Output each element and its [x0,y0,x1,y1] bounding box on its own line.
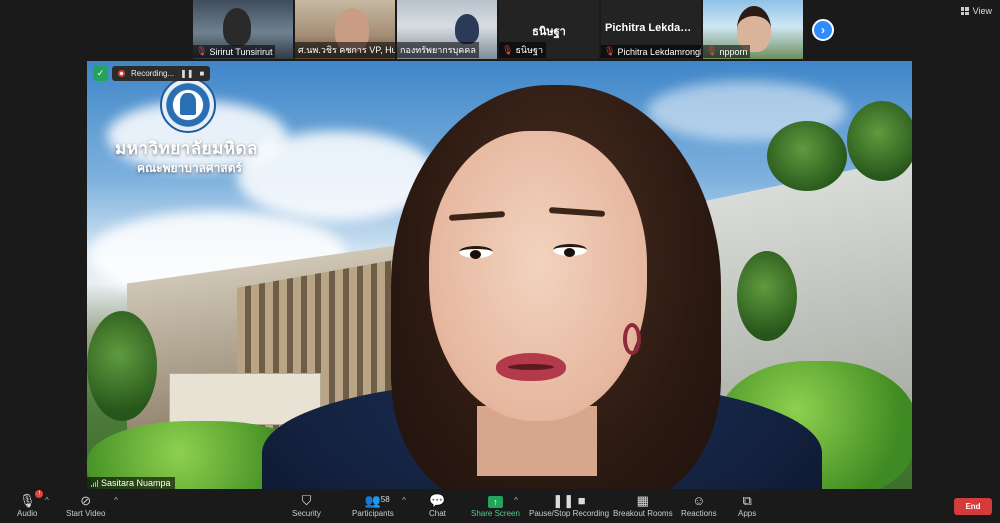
view-button[interactable]: View [960,6,992,16]
recording-indicator: ✓ Recording... ❚❚ ■ [93,66,211,81]
recording-label: Recording... [131,69,175,78]
speaker-lips [496,353,566,381]
apps-icon: ⧉ [742,493,752,508]
recording-dot-icon [118,70,125,77]
participant-tile[interactable]: 🎙 Sirirut Tunsirirut [193,0,293,59]
mic-muted-icon: 🎙 [604,46,616,56]
participants-options-caret[interactable]: ^ [402,496,406,505]
zoom-meeting-window: 🎙 Sirirut Tunsirirut ศ.นพ.วชิร คชการ VP, … [0,0,1000,523]
breakout-rooms-button[interactable]: ▦ Breakout Rooms [613,492,673,518]
participant-name: npporn [719,46,748,57]
participant-video [455,14,479,44]
participant-tile[interactable]: Pichitra Lekdam... 🎙Pichitra Lekdamrongk… [601,0,701,59]
participant-name: กองทรัพยากรบุคคล [400,45,476,55]
share-screen-label: Share Screen [471,509,520,518]
mic-muted-icon: 🎙 [706,46,718,56]
end-button[interactable]: End [954,498,992,515]
mic-muted-icon: 🎙 [502,44,514,55]
share-screen-button[interactable]: ↑ Share Screen [471,492,520,518]
participant-tile[interactable]: 🎙 npporn [703,0,803,59]
apps-button[interactable]: ⧉ Apps [738,492,756,518]
participant-tile[interactable]: กองทรัพยากรบุคคล [397,0,497,59]
tree [847,101,912,181]
grid-view-icon [960,7,969,15]
microphone-muted-icon: 🎙! [19,490,44,509]
speaker-eye [459,246,493,259]
participant-name: ธนิษฐา [515,45,544,55]
university-name: มหาวิทยาลัยมหิดล [115,139,258,159]
active-speaker-video: มหาวิทยาลัยมหิดล คณะพยาบาลศาสตร์ ✓ Recor… [87,61,912,489]
reactions-button[interactable]: ☺ Reactions [681,492,717,518]
apps-label: Apps [738,509,757,518]
participant-display-name: Pichitra Lekdam... [605,22,700,34]
participants-label: Participants [352,509,394,518]
recording-pill: Recording... ❚❚ ■ [112,66,211,81]
share-screen-icon: ↑ [487,496,503,508]
reactions-label: Reactions [681,509,717,518]
recording-control-label: Pause/Stop Recording [529,509,610,518]
share-icon-wrap: ↑ [487,492,503,509]
logo-emblem [180,93,196,115]
participant-gallery-strip: 🎙 Sirirut Tunsirirut ศ.นพ.วชิร คชการ VP, … [193,0,803,59]
chat-button[interactable]: 💬 Chat [429,492,446,518]
view-label: View [972,6,992,16]
participant-tile[interactable]: ศ.นพ.วชิร คชการ VP, Hum... [295,0,395,59]
participant-video [223,8,251,46]
participants-button[interactable]: 👥 58 Participants [352,492,394,518]
participant-name: Sirirut Tunsirirut [209,46,273,57]
participant-display-name: ธนิษฐา [532,26,566,38]
stop-icon[interactable]: ■ [200,69,205,78]
speaker-earring [623,323,641,355]
start-video-button[interactable]: ⊘ Start Video [66,492,105,518]
mahidol-logo [160,77,216,133]
share-options-caret[interactable]: ^ [514,496,518,505]
encryption-shield-icon[interactable]: ✓ [93,66,108,81]
tree [87,311,157,421]
mic-muted-icon: 🎙 [196,46,208,56]
participant-tile[interactable]: ธนิษฐา 🎙 ธนิษฐา [499,0,599,59]
people-icon: 👥 58 [364,493,390,508]
grid-icon: ▦ [636,493,649,508]
audio-options-caret[interactable]: ^ [45,496,49,505]
participant-name: Pichitra Lekdamrongkul [617,46,701,57]
video-options-caret[interactable]: ^ [114,496,118,505]
audio-button[interactable]: 🎙! Audio [17,490,44,518]
shield-icon: ⛉ [301,493,312,508]
security-button[interactable]: ⛉ Security [292,492,321,518]
audio-label: Audio [17,509,38,518]
pause-stop-icon: ❚❚ ■ [552,493,586,508]
meeting-toolbar: 🎙! Audio ^ ⊘ Start Video ^ ⛉ Security 👥 5… [0,490,1000,523]
warning-badge: ! [35,490,44,498]
tree [737,251,797,341]
tree [767,121,847,191]
chat-label: Chat [429,509,446,518]
pause-icon[interactable]: ❚❚ [180,69,193,78]
breakout-rooms-label: Breakout Rooms [613,509,673,518]
faculty-name: คณะพยาบาลศาสตร์ [137,161,242,175]
video-off-icon: ⊘ [80,493,92,508]
smiley-plus-icon: ☺ [692,493,706,508]
signal-strength-icon [91,479,98,487]
participant-count: 58 [380,495,390,504]
speaker-name-tag: Sasitara Nuampa [87,477,175,489]
speaker-eye [553,244,587,257]
chevron-right-icon[interactable]: › [812,19,834,41]
speaker-name: Sasitara Nuampa [101,478,171,488]
chat-bubble-icon: 💬 [429,493,446,508]
security-label: Security [292,509,321,518]
pause-stop-recording-button[interactable]: ❚❚ ■ Pause/Stop Recording [529,492,609,518]
start-video-label: Start Video [66,509,106,518]
participant-name: ศ.นพ.วชิร คชการ VP, Hum... [298,45,395,55]
